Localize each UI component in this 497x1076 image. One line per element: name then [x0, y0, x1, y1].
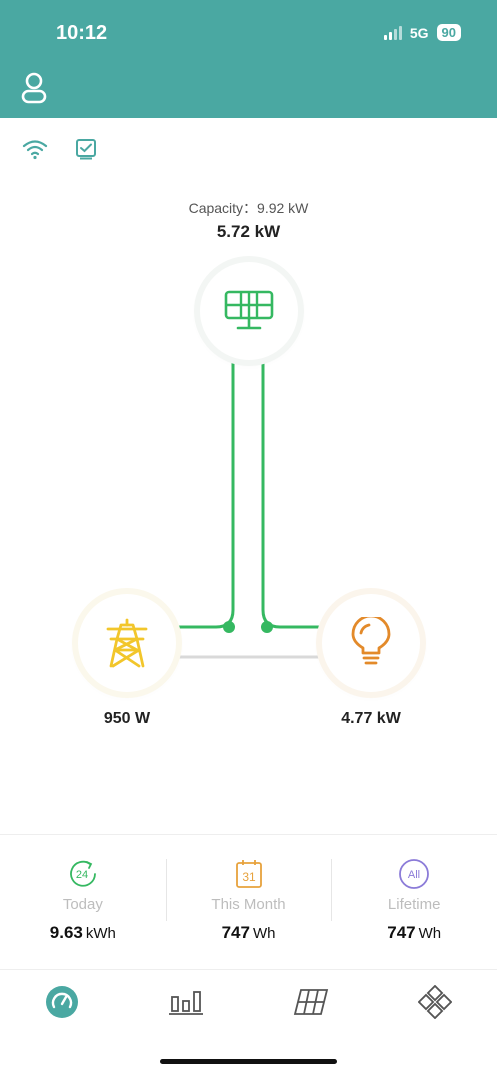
- solar-grid-icon: [293, 989, 328, 1015]
- tab-bar: [0, 970, 497, 1034]
- svg-text:All: All: [408, 869, 420, 881]
- stat-today[interactable]: 24 Today 9.63 kWh: [0, 835, 166, 969]
- devices-icon: [417, 985, 452, 1019]
- load-node[interactable]: [322, 594, 420, 692]
- solar-panel-icon: [224, 290, 274, 330]
- stat-value-today: 9.63 kWh: [49, 923, 116, 942]
- lifetime-icon: All: [399, 859, 430, 889]
- tab-statistics[interactable]: [156, 977, 216, 1027]
- tab-devices[interactable]: [405, 977, 465, 1027]
- bar-chart-icon: [169, 991, 204, 1015]
- load-power-value: 4.77 kW: [341, 710, 401, 727]
- stat-label-today: Today: [62, 896, 103, 913]
- stat-lifetime[interactable]: All Lifetime 747 Wh: [331, 835, 497, 969]
- stat-value-month: 747 Wh: [221, 923, 276, 942]
- flow-dot-load: [261, 621, 273, 633]
- tab-plant[interactable]: [281, 977, 341, 1027]
- svg-text:31: 31: [242, 870, 256, 884]
- light-bulb-icon: [351, 617, 391, 665]
- energy-summary: 24 Today 9.63 kWh 31 This Month 747 Wh All…: [0, 834, 497, 970]
- stat-label-lifetime: Lifetime: [387, 896, 441, 913]
- stat-label-month: This Month: [211, 896, 286, 913]
- today-icon: 24: [70, 860, 96, 887]
- grid-node[interactable]: [78, 594, 176, 692]
- solar-node[interactable]: [200, 262, 298, 360]
- svg-text:24: 24: [76, 869, 88, 881]
- stat-value-lifetime: 747 Wh: [387, 923, 442, 942]
- grid-power-value: 950 W: [103, 710, 151, 727]
- stat-month[interactable]: 31 This Month 747 Wh: [165, 835, 332, 969]
- tab-dashboard[interactable]: [32, 977, 92, 1027]
- flow-dot-grid: [223, 621, 235, 633]
- dashboard-icon: [46, 986, 79, 1018]
- home-indicator: [160, 1059, 337, 1064]
- calendar-icon: 31: [235, 860, 262, 888]
- power-tower-icon: [106, 618, 148, 668]
